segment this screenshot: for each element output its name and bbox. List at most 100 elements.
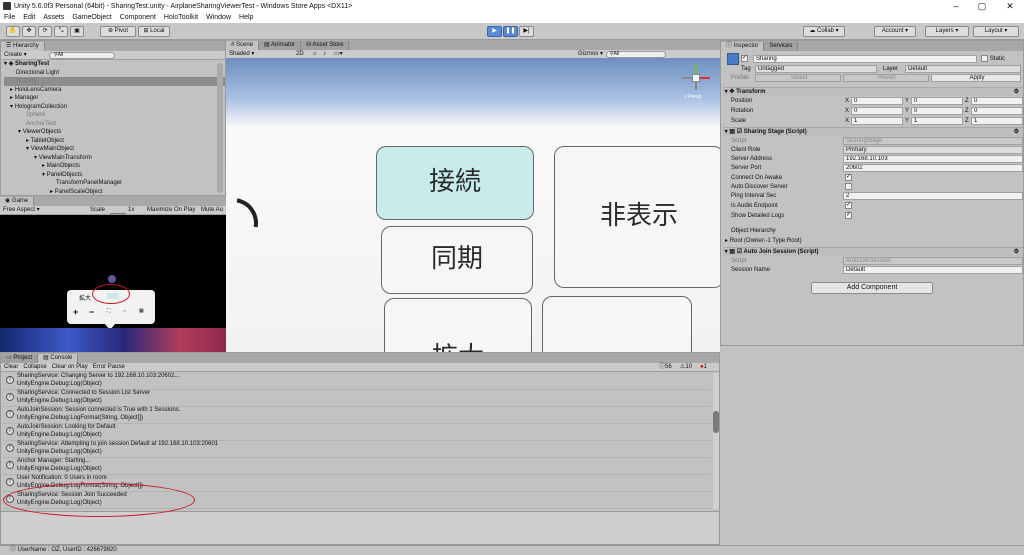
clear-on-play-toggle[interactable]: Clear on Play	[52, 364, 88, 370]
mute-audio-toggle[interactable]: Mute Au	[201, 206, 223, 215]
auto-discover-checkbox[interactable]	[845, 183, 852, 190]
auto-join-header[interactable]: ▾ ▤ ☑ Auto Join Session (Script) ⚙	[723, 247, 1023, 256]
log-entry[interactable]: ! SharingService: Attempting to join sess…	[3, 441, 711, 458]
orientation-gizmo-icon[interactable]	[682, 64, 710, 92]
list-item[interactable]: Sphere	[4, 111, 225, 120]
scene-view[interactable]: < Persp 接続 非表示 同期 拡大	[226, 58, 720, 352]
list-item[interactable]: ▾ ViewMainTransform	[4, 154, 225, 163]
menu-help[interactable]: Help	[239, 14, 253, 21]
console-scroll-thumb[interactable]	[713, 411, 719, 433]
scale-y[interactable]: 1	[911, 117, 963, 125]
hide-button[interactable]: 非表示	[554, 146, 720, 288]
layer-dropdown[interactable]: Default	[905, 65, 1021, 73]
log-entry[interactable]: ! AutoJoinSession: Looking for Default Uni…	[3, 424, 711, 441]
scale-z[interactable]: 1	[971, 117, 1023, 125]
menu-holotoolkit[interactable]: HoloToolkit	[164, 14, 198, 21]
list-item[interactable]: Sharing	[4, 77, 225, 86]
log-entry[interactable]: ! SharingService: Connected to Session Li…	[3, 390, 711, 407]
apply-button[interactable]: Apply	[931, 74, 1021, 82]
error-pause-toggle[interactable]: Error Pause	[93, 364, 125, 370]
tab-hierarchy[interactable]: ☰ Hierarchy	[1, 42, 45, 51]
menu-window[interactable]: Window	[206, 14, 231, 21]
log-entry[interactable]: ! SharingService: Changing Server to 192.…	[3, 373, 711, 390]
info-count[interactable]: ⓘ56	[659, 363, 672, 372]
menu-assets[interactable]: Assets	[43, 14, 64, 21]
tab-project[interactable]: ▭ Project	[1, 354, 39, 363]
connect-button[interactable]: 接続	[376, 146, 534, 220]
detailed-logs-checkbox[interactable]: ✓	[845, 212, 852, 219]
minimize-button[interactable]: –	[944, 0, 968, 12]
list-item[interactable]: TransformPanelManager	[4, 179, 225, 188]
server-address-input[interactable]: 192.168.10.103	[843, 155, 1023, 163]
list-item[interactable]: ▾ ViewerObjects	[4, 128, 225, 137]
popup-expand-icon[interactable]: ⇔	[122, 308, 127, 314]
object-name-input[interactable]: Sharing	[753, 55, 977, 63]
select-button[interactable]: Select	[755, 74, 841, 82]
console-scrollbar[interactable]	[713, 373, 719, 509]
account-dropdown[interactable]: Account ▾	[874, 26, 916, 37]
rect-tool-icon[interactable]: ▣	[70, 26, 84, 37]
scene-root[interactable]: ▾ ◈ SharingTest	[4, 60, 225, 69]
layers-dropdown[interactable]: Layers ▾	[925, 26, 969, 37]
hierarchy-scrollbar[interactable]	[217, 63, 223, 193]
sharing-stage-header[interactable]: ▾ ▤ ☑ Sharing Stage (Script) ⚙	[723, 127, 1023, 136]
menu-gameobject[interactable]: GameObject	[72, 14, 111, 21]
popup-fit-icon[interactable]: ⛶	[107, 308, 111, 314]
move-tool-icon[interactable]: ✥	[22, 26, 36, 37]
settings-gear-icon[interactable]: ⚙	[1014, 248, 1019, 257]
revert-button[interactable]: Revert	[843, 74, 929, 82]
list-item[interactable]: ▸ MainObjects	[4, 162, 225, 171]
tab-scene[interactable]: # Scene	[226, 41, 260, 50]
step-button[interactable]: ▶|	[519, 26, 534, 37]
position-z[interactable]: 0	[971, 97, 1023, 105]
local-toggle[interactable]: ⊞ Local	[138, 26, 170, 37]
pause-button[interactable]: ❚❚	[503, 26, 518, 37]
play-button[interactable]: ▶	[487, 26, 502, 37]
pivot-toggle[interactable]: ⊕ Pivot	[100, 26, 136, 37]
list-item[interactable]: ▾ HologramCollection	[4, 103, 225, 112]
scale-x[interactable]: 1	[851, 117, 903, 125]
create-dropdown[interactable]: Create ▾	[4, 52, 27, 58]
transform-header[interactable]: ▾ ✥ Transform ⚙	[723, 87, 1023, 96]
menu-component[interactable]: Component	[120, 14, 156, 21]
layout-dropdown[interactable]: Layout ▾	[973, 26, 1019, 37]
scene-button-partial[interactable]	[542, 296, 692, 352]
rotate-tool-icon[interactable]: ⟳	[38, 26, 52, 37]
tab-inspector[interactable]: ⓘ Inspector	[721, 42, 765, 51]
popup-minus-button[interactable]: −	[89, 307, 94, 317]
log-entry[interactable]: ! AutoJoinSession: Session connected is T…	[3, 407, 711, 424]
tab-services[interactable]: Services	[764, 42, 799, 51]
hand-tool-icon[interactable]: ✋	[6, 26, 20, 37]
list-item[interactable]: ▾ ViewMainObject	[4, 145, 225, 154]
settings-gear-icon[interactable]: ⚙	[1014, 128, 1019, 137]
list-item[interactable]: Directional Light	[4, 69, 225, 78]
list-item[interactable]: ▸ PanelScaleObject	[4, 188, 225, 197]
list-item[interactable]: ▸ Manager	[4, 94, 225, 103]
shading-dropdown[interactable]: Shaded ▾	[229, 51, 254, 57]
session-name-input[interactable]: Default	[843, 266, 1023, 274]
zoom-button[interactable]: 拡大	[384, 298, 532, 352]
close-button[interactable]: ✕	[998, 0, 1022, 12]
settings-gear-icon[interactable]: ⚙	[1014, 88, 1019, 97]
active-checkbox[interactable]: ✓	[741, 55, 748, 62]
static-checkbox[interactable]	[981, 55, 988, 62]
rotation-y[interactable]: 0	[911, 107, 963, 115]
tab-game[interactable]: ◉ Game	[0, 197, 35, 206]
menu-edit[interactable]: Edit	[23, 14, 35, 21]
ping-interval-input[interactable]: 2	[843, 192, 1023, 200]
scale-slider[interactable]	[110, 206, 126, 214]
tab-asset-store[interactable]: ⛁ Asset Store	[301, 41, 350, 50]
scale-tool-icon[interactable]: ⤡	[54, 26, 68, 37]
root-foldout[interactable]: ▸ Root (Owner:-1 Type:Root)	[725, 237, 802, 245]
add-component-button[interactable]: Add Component	[811, 282, 933, 294]
position-y[interactable]: 0	[911, 97, 963, 105]
aspect-dropdown[interactable]: Free Aspect ▾	[3, 207, 40, 213]
rotation-z[interactable]: 0	[971, 107, 1023, 115]
server-port-input[interactable]: 20602	[843, 164, 1023, 172]
rotation-x[interactable]: 0	[851, 107, 903, 115]
scene-search-input[interactable]: ⚲All	[606, 51, 666, 58]
tab-console[interactable]: ▤ Console	[38, 354, 79, 363]
list-item[interactable]: ▸ TabletObject	[4, 137, 225, 146]
list-item[interactable]: AnchorText	[4, 120, 225, 129]
maximize-button[interactable]: ▢	[970, 0, 994, 12]
